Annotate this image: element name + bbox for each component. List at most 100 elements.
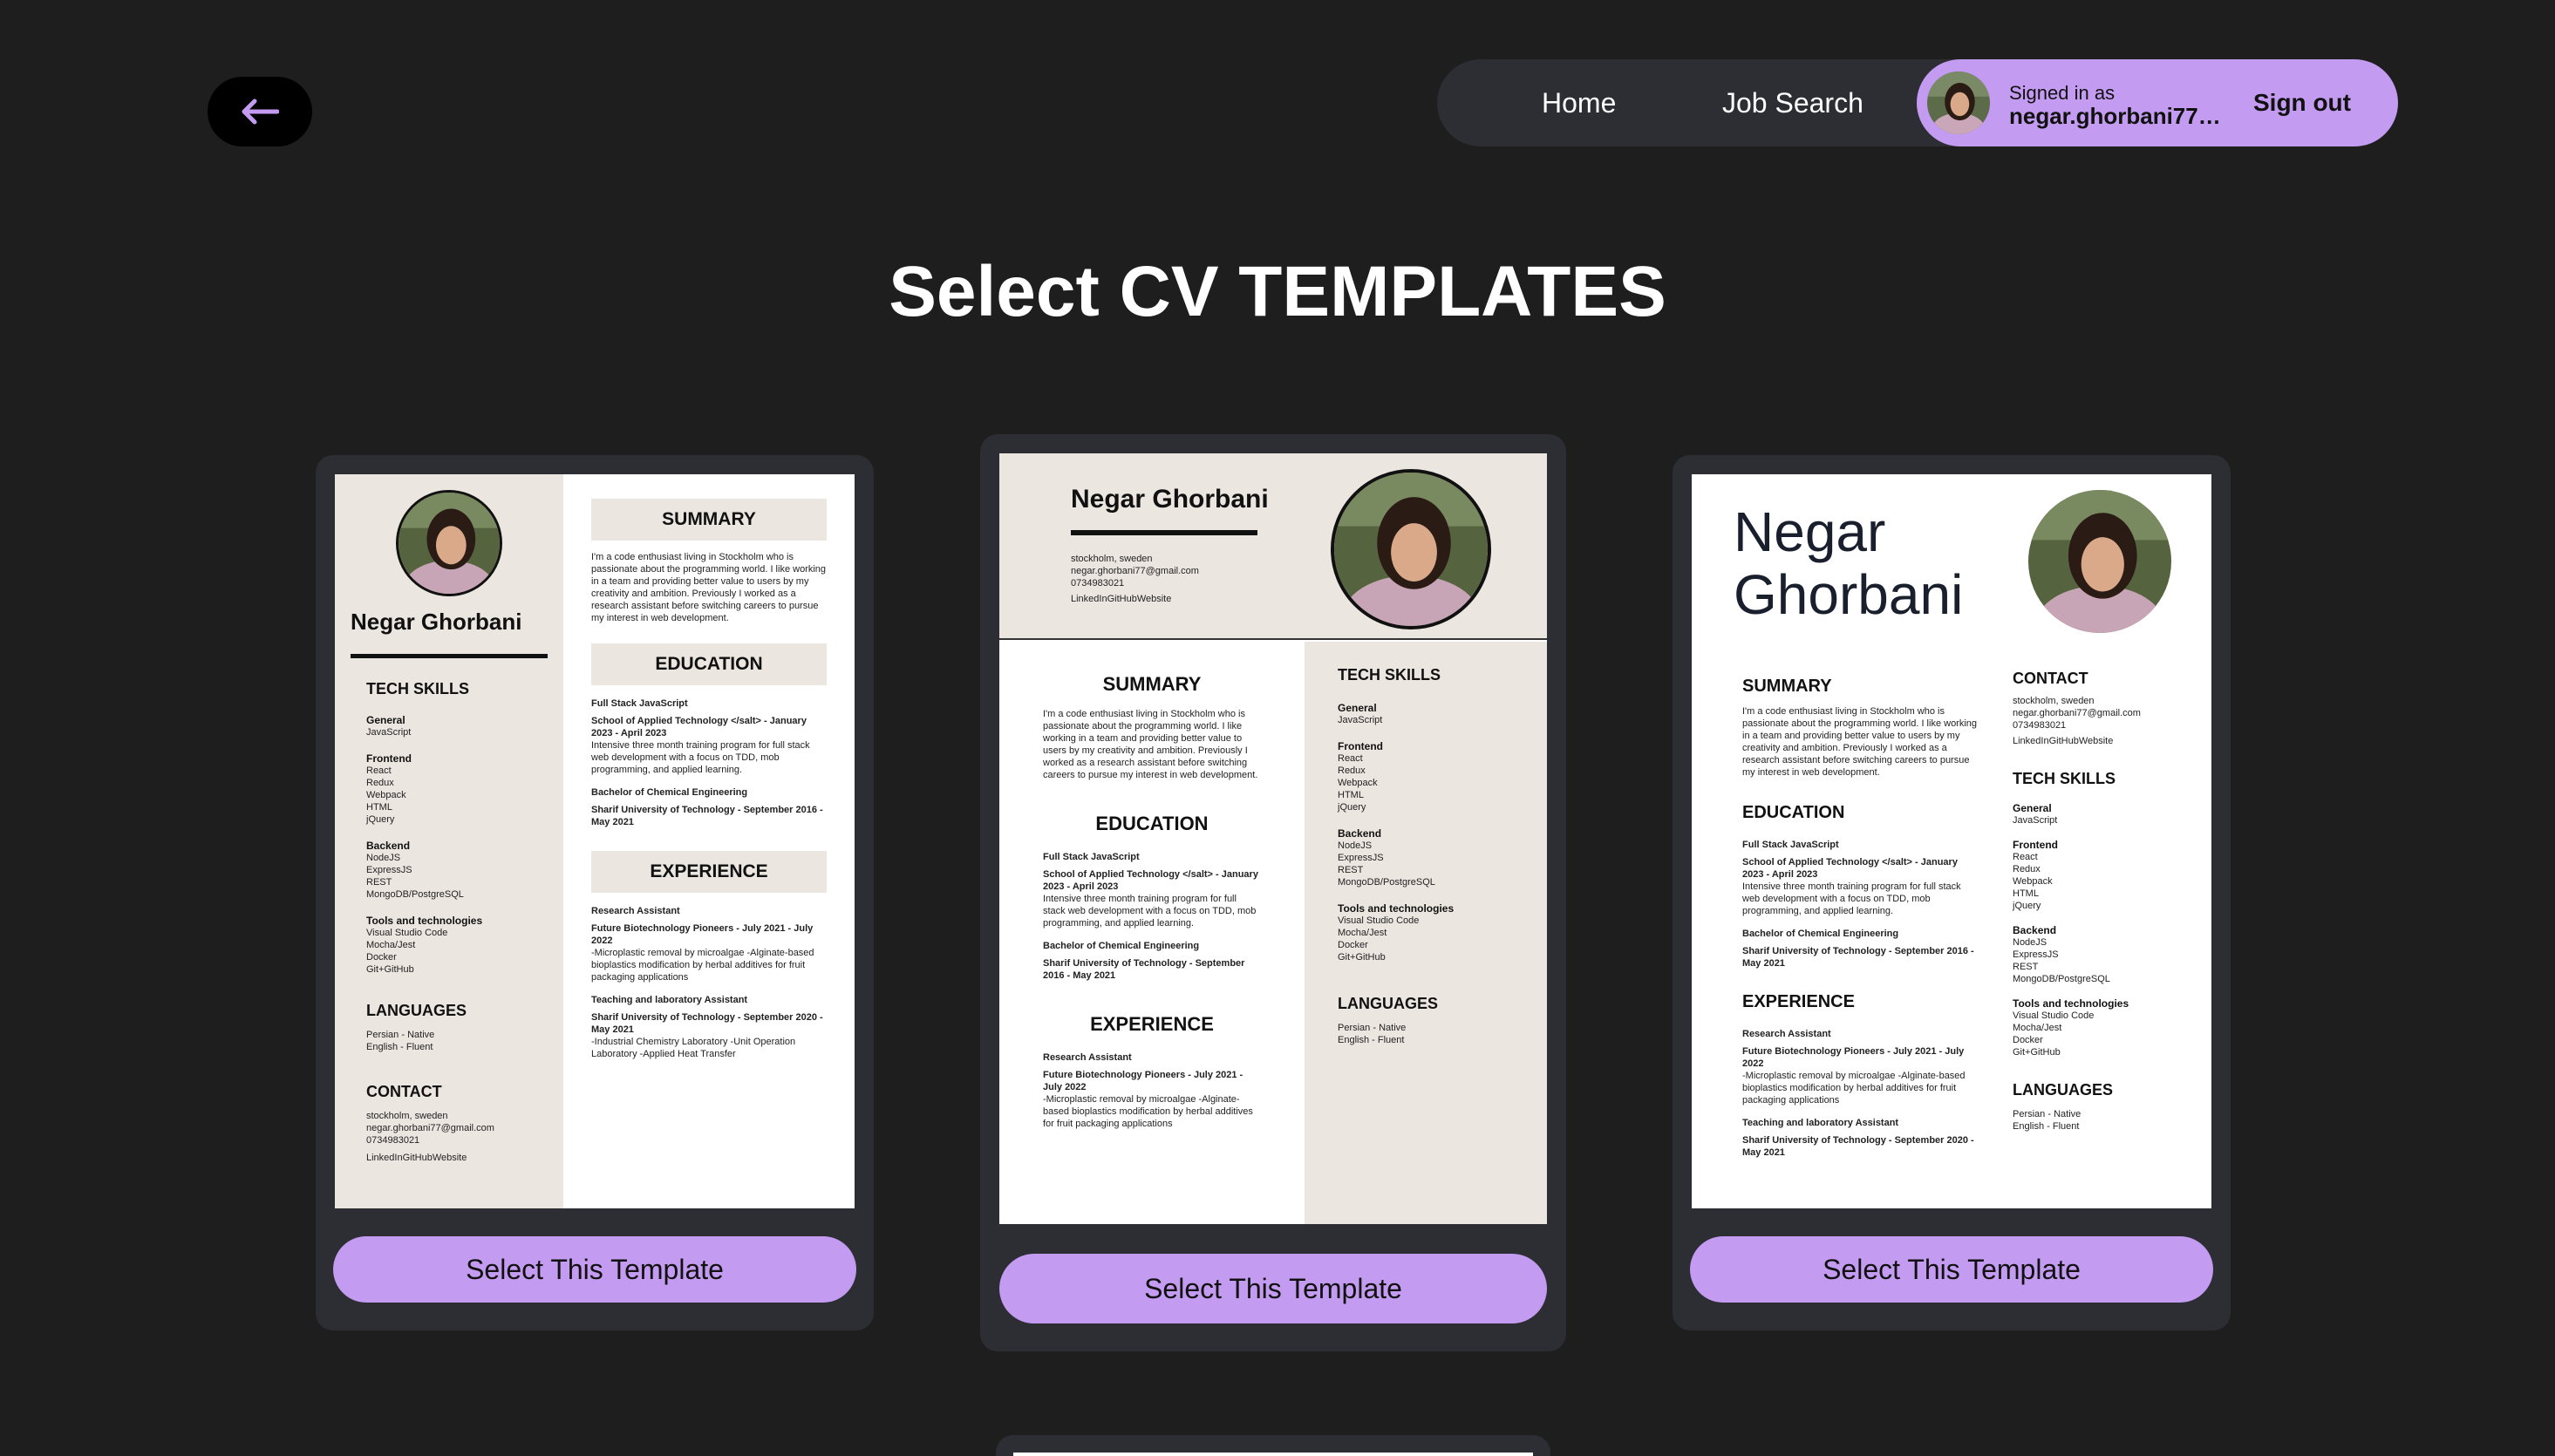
skill-group: General xyxy=(2013,802,2052,814)
nav-home-link[interactable]: Home xyxy=(1542,59,1616,146)
experience-desc: -Industrial Chemistry Laboratory -Unit O… xyxy=(591,1037,796,1059)
skill: Git+GitHub xyxy=(366,964,414,975)
avatar xyxy=(1927,71,1990,134)
skill-group: Frontend xyxy=(366,752,412,765)
contact-email: negar.ghorbani77@gmail.com xyxy=(2013,708,2141,718)
skill-group: Frontend xyxy=(1338,740,1383,752)
section-heading: EXPERIENCE xyxy=(591,851,827,893)
cv-first-name: Negar xyxy=(1734,500,1886,563)
arrow-left-icon xyxy=(242,99,279,125)
template-preview-4[interactable] xyxy=(1013,1453,1533,1456)
education-title: Bachelor of Chemical Engineering xyxy=(1043,941,1200,951)
select-template-button-2[interactable]: Select This Template xyxy=(999,1254,1547,1323)
section-heading: EDUCATION xyxy=(591,643,827,685)
section-heading: LANGUAGES xyxy=(1338,995,1439,1012)
contact-phone: 0734983021 xyxy=(366,1135,420,1146)
divider xyxy=(1071,530,1257,535)
skill: NodeJS xyxy=(1338,840,1373,851)
section-heading: EDUCATION xyxy=(1095,813,1209,834)
section-heading: SUMMARY xyxy=(1102,673,1202,695)
experience-title: Teaching and laboratory Assistant xyxy=(591,995,748,1005)
select-template-button-3[interactable]: Select This Template xyxy=(1690,1236,2213,1303)
education-school: School of Applied Technology </salt> - J… xyxy=(1043,869,1258,892)
experience-title: Research Assistant xyxy=(1043,1052,1132,1063)
skill: Git+GitHub xyxy=(2013,1047,2061,1058)
cv-sidebar: TECH SKILLS General JavaScript Frontend … xyxy=(1305,642,1547,1224)
page-title: Select CV TEMPLATES xyxy=(889,252,1666,331)
skill-group: General xyxy=(1338,702,1377,714)
skill: ExpressJS xyxy=(366,865,412,875)
skill: jQuery xyxy=(1338,802,1366,813)
skill-group: Backend xyxy=(2013,924,2057,936)
cv-name: Negar Ghorbani xyxy=(1734,500,1963,626)
education-desc: Intensive three month training program f… xyxy=(1043,894,1257,929)
section-heading: SUMMARY xyxy=(591,499,827,541)
skill: React xyxy=(2013,852,2038,862)
skill: ExpressJS xyxy=(2013,949,2059,960)
skill: Docker xyxy=(366,952,397,963)
summary-text: I'm a code enthusiast living in Stockhol… xyxy=(1043,709,1258,780)
section-heading: TECH SKILLS xyxy=(2013,770,2116,787)
language: Persian - Native xyxy=(1338,1023,1407,1033)
select-template-button-1[interactable]: Select This Template xyxy=(333,1236,856,1303)
contact-location: stockholm, sweden xyxy=(2013,696,2095,706)
template-card-3: Negar Ghorbani SUMMARY I'm a code enthus… xyxy=(1673,455,2231,1330)
skill: JavaScript xyxy=(2013,815,2058,826)
education-title: Bachelor of Chemical Engineering xyxy=(591,787,748,798)
skill: Webpack xyxy=(1338,778,1378,788)
skill-group: Backend xyxy=(366,840,411,852)
skill: HTML xyxy=(1338,790,1364,800)
profile-photo xyxy=(396,490,502,596)
education-school: School of Applied Technology </salt> - J… xyxy=(591,716,807,738)
experience-title: Research Assistant xyxy=(591,906,680,916)
section-heading: EDUCATION xyxy=(1742,803,1845,822)
template-preview-3[interactable]: Negar Ghorbani SUMMARY I'm a code enthus… xyxy=(1692,474,2211,1208)
skill: HTML xyxy=(366,802,392,813)
education-school: School of Applied Technology </salt> - J… xyxy=(1742,857,1958,880)
education-title: Bachelor of Chemical Engineering xyxy=(1742,929,1899,939)
skill: REST xyxy=(2013,962,2039,972)
nav-job-search-link[interactable]: Job Search xyxy=(1722,59,1863,146)
contact-phone: 0734983021 xyxy=(1071,578,1125,589)
skill: JavaScript xyxy=(366,727,412,738)
skill: Redux xyxy=(1338,765,1366,776)
experience-desc: -Microplastic removal by microalgae -Alg… xyxy=(1742,1071,1966,1106)
back-button[interactable] xyxy=(208,77,312,146)
cv-header-band: Negar Ghorbani stockholm, sweden negar.g… xyxy=(999,453,1547,640)
skill: Git+GitHub xyxy=(1338,952,1386,963)
experience-title: Research Assistant xyxy=(1742,1029,1831,1039)
education-school: Sharif University of Technology - Septem… xyxy=(591,805,823,827)
skill: Redux xyxy=(2013,864,2041,874)
divider xyxy=(351,654,548,658)
contact-location: stockholm, sweden xyxy=(366,1111,448,1121)
cv-sidebar: Negar Ghorbani TECH SKILLS General JavaS… xyxy=(335,474,563,1208)
skill: React xyxy=(1338,753,1363,764)
section-heading: EXPERIENCE xyxy=(1742,992,1855,1011)
skill: Docker xyxy=(1338,940,1368,950)
user-email: negar.ghorbani77@gmail.com xyxy=(2009,103,2234,129)
section-heading: LANGUAGES xyxy=(366,1002,467,1019)
contact-links: LinkedInGitHubWebsite xyxy=(366,1153,467,1163)
skill: MongoDB/PostgreSQL xyxy=(2013,974,2110,984)
sign-out-button[interactable]: Sign out xyxy=(2253,59,2351,146)
skill: MongoDB/PostgreSQL xyxy=(366,889,464,900)
summary-text: I'm a code enthusiast living in Stockhol… xyxy=(1742,706,1978,778)
experience-org: Future Biotechnology Pioneers - July 202… xyxy=(1742,1046,1965,1069)
skill: JavaScript xyxy=(1338,715,1383,725)
education-title: Full Stack JavaScript xyxy=(1742,840,1839,850)
skill: REST xyxy=(366,877,392,888)
skill: Visual Studio Code xyxy=(2013,1010,2095,1021)
section-heading: CONTACT xyxy=(2013,670,2088,687)
skill-group: Tools and technologies xyxy=(366,915,483,927)
section-heading: EXPERIENCE xyxy=(1090,1013,1214,1035)
template-preview-1[interactable]: Negar Ghorbani TECH SKILLS General JavaS… xyxy=(335,474,855,1208)
cv-name: Negar Ghorbani xyxy=(1071,485,1269,514)
template-preview-2[interactable]: Negar Ghorbani stockholm, sweden negar.g… xyxy=(999,453,1547,1224)
experience-org: Sharif University of Technology - Septem… xyxy=(591,1012,823,1035)
skill: Redux xyxy=(366,778,394,788)
section-heading: TECH SKILLS xyxy=(1338,666,1441,684)
education-desc: Intensive three month training program f… xyxy=(1742,881,1961,916)
cv-last-name: Ghorbani xyxy=(1734,563,1964,626)
skill: jQuery xyxy=(366,814,395,825)
education-desc: Intensive three month training program f… xyxy=(591,740,810,775)
